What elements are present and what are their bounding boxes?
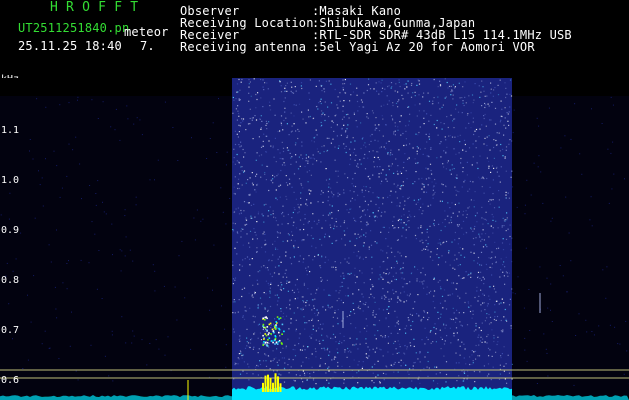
meteor-spike: [277, 376, 279, 392]
meteor-count: 7.: [140, 39, 155, 53]
meteor-spike: [279, 383, 282, 392]
meteor-spike: [262, 382, 264, 392]
y-tick-label: 0.7: [1, 325, 20, 336]
meteor-spike: [267, 374, 269, 392]
y-tick-label: 1.0: [1, 175, 20, 186]
meteor-spike: [272, 382, 274, 392]
spectrogram-svg: [0, 78, 629, 400]
y-tick-label: 0.6: [1, 375, 20, 386]
filename: UT2511251840.pn: [18, 21, 130, 35]
meteor-spike: [264, 375, 267, 392]
datetime: 25.11.25 18:40: [18, 39, 122, 53]
y-tick-label: 0.9: [1, 225, 20, 236]
info-label-antenna: Receiving antenna: [180, 40, 307, 54]
right-sideband: [512, 96, 629, 396]
meteor-spike: [274, 373, 277, 392]
y-tick-label: 1.1: [1, 125, 20, 136]
spectrogram-plot: [0, 78, 629, 400]
meteor-label: meteor: [124, 25, 169, 39]
left-sideband: [0, 96, 232, 396]
meteor-spike: [269, 377, 272, 392]
spectrogram-block: [232, 78, 512, 400]
app-title: H R O F F T: [50, 0, 139, 15]
info-value-antenna: :5el Yagi Az 20 for Aomori VOR: [312, 40, 535, 54]
y-tick-label: 0.8: [1, 275, 20, 286]
